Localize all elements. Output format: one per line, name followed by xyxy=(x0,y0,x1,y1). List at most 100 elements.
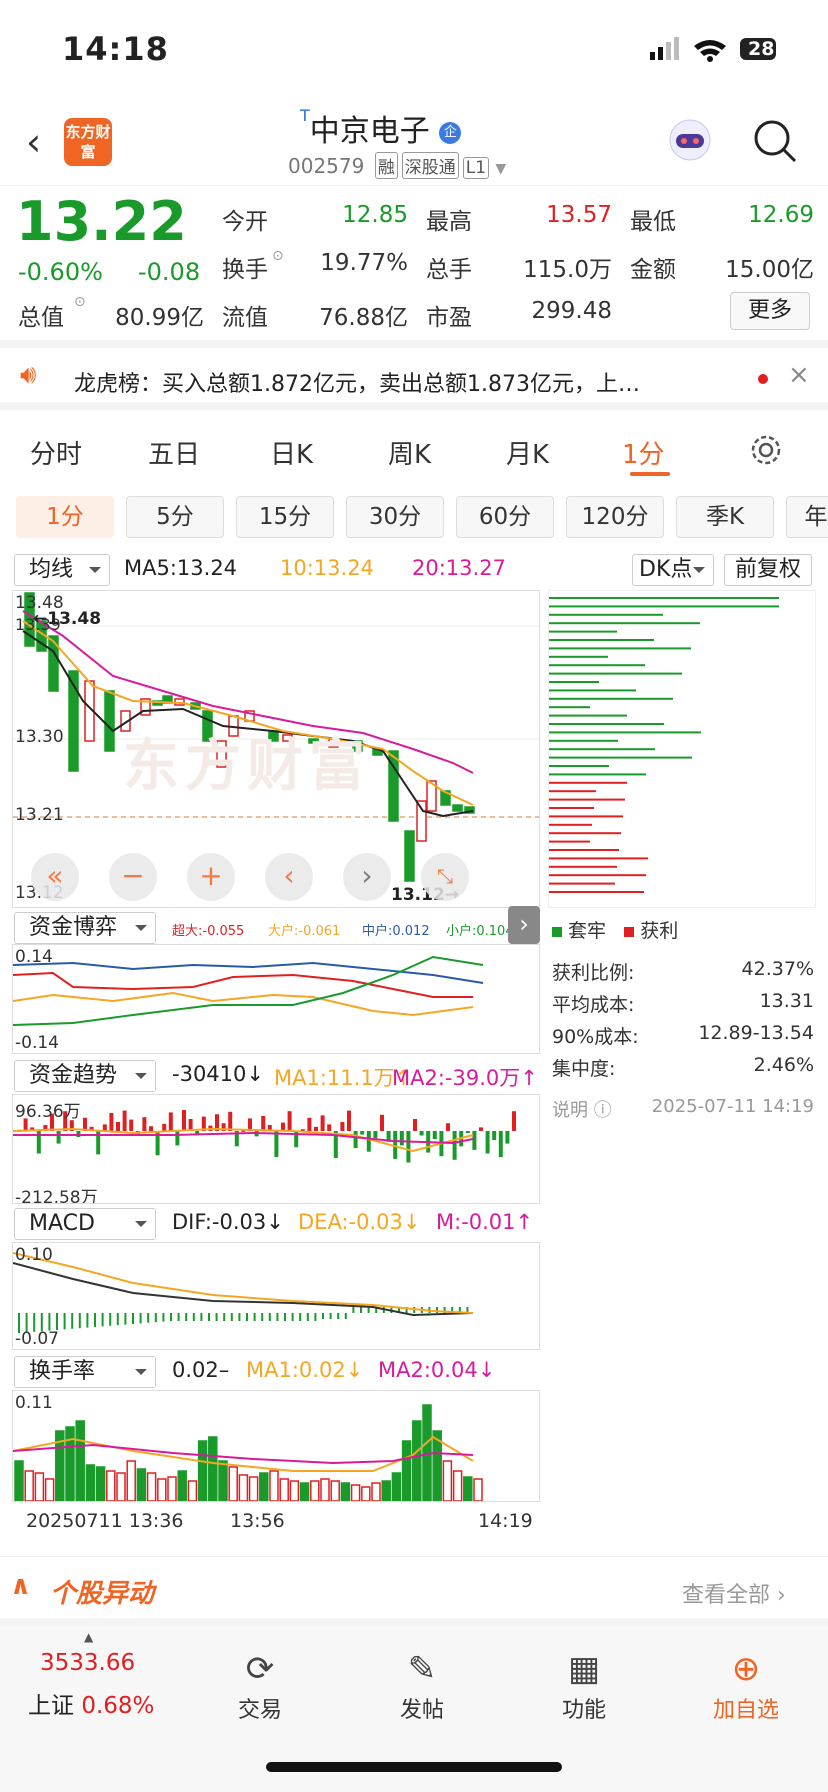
chevron-up-icon[interactable]: ∧ xyxy=(10,1571,31,1601)
float-value: 76.88亿 xyxy=(319,305,408,331)
period-60m[interactable]: 60分 xyxy=(456,496,554,538)
trend-bar xyxy=(327,1124,332,1131)
back-icon[interactable]: ‹ xyxy=(26,120,41,164)
adjust-button[interactable]: 前复权 xyxy=(724,554,812,586)
super-line xyxy=(13,971,473,998)
trend-bar xyxy=(56,1131,61,1144)
edit-icon: ✎ xyxy=(407,1649,437,1689)
macd-svg xyxy=(13,1252,474,1333)
info-icon[interactable]: ⊙ xyxy=(272,248,284,264)
trend-bar xyxy=(452,1131,457,1160)
caret-up-icon: ▲ xyxy=(84,1630,94,1644)
trend-bar xyxy=(182,1110,186,1131)
trend-bar xyxy=(380,1114,384,1131)
turnover-bar xyxy=(34,1472,45,1501)
high-marker: ←13.48 xyxy=(33,609,102,629)
search-icon[interactable] xyxy=(752,118,798,164)
macd-dea: DEA:-0.03↓ xyxy=(298,1210,421,1234)
tab-weekly[interactable]: 周K xyxy=(388,434,431,471)
volume-value: 115.0万 xyxy=(523,257,612,283)
app-logo[interactable]: 东方财富 xyxy=(64,118,112,166)
trend-bar xyxy=(340,1122,345,1131)
chip-bar xyxy=(549,882,615,885)
tab-five-day[interactable]: 五日 xyxy=(148,434,200,471)
ma-selector[interactable]: 均线 xyxy=(14,554,110,586)
expand-right-icon[interactable]: › xyxy=(508,906,540,944)
chip-bars xyxy=(549,597,779,893)
chevron-down-icon[interactable]: ▼ xyxy=(495,161,506,177)
trend-bar xyxy=(485,1131,490,1154)
chip-bar xyxy=(549,815,623,818)
trend-bar xyxy=(366,1131,371,1152)
dragon-tiger-notice[interactable]: 🔊︎ 龙虎榜：买入总额1.872亿元，卖出总额1.873亿元，上… × xyxy=(0,348,828,410)
chip-bar xyxy=(549,874,646,877)
turnover-svg xyxy=(13,1404,483,1501)
funds-chart: 0.14 -0.14 xyxy=(12,944,540,1054)
trend-bar xyxy=(122,1110,127,1131)
volume-label: 总手 xyxy=(426,257,472,283)
turnover-bar xyxy=(116,1472,126,1501)
tab-intraday[interactable]: 分时 xyxy=(30,434,82,471)
tag-level[interactable]: L1 xyxy=(462,157,490,179)
period-5m[interactable]: 5分 xyxy=(126,496,224,538)
last-price: 13.22 xyxy=(16,190,187,253)
trend-bar xyxy=(479,1127,483,1131)
trend-bar xyxy=(512,1111,516,1131)
turnover-ymax: 0.11 xyxy=(15,1393,53,1413)
chip-bar xyxy=(549,706,590,709)
fullscreen-icon[interactable]: ⤡ xyxy=(421,853,469,901)
info-icon[interactable]: ⊙ xyxy=(74,294,86,310)
period-year[interactable]: 年 xyxy=(786,496,828,538)
turnover-bar xyxy=(44,1478,55,1501)
turnover-bar xyxy=(187,1480,198,1501)
robot-assistant-icon[interactable] xyxy=(666,116,714,164)
zoom-in-icon[interactable]: + xyxy=(187,853,235,901)
chip-bar xyxy=(549,748,655,751)
trend-bar xyxy=(307,1117,312,1131)
scroll-left-icon[interactable]: ‹ xyxy=(265,853,313,901)
add-watchlist-button[interactable]: ⊕ 加自选 xyxy=(696,1646,796,1724)
settings-icon[interactable] xyxy=(750,434,782,466)
trend-ymin: -212.58万 xyxy=(15,1188,98,1204)
stock-code-row: 002579 融深股通 L1 ▼ xyxy=(288,152,506,179)
scroll-left-fast-icon[interactable]: « xyxy=(31,853,79,901)
funds-ymax: 0.14 xyxy=(15,947,53,967)
turnover-value-ind: 0.02– xyxy=(172,1358,230,1382)
chip-note[interactable]: 说明 ⓘ xyxy=(552,1096,612,1122)
tab-monthly[interactable]: 月K xyxy=(506,434,549,471)
turnover-bar xyxy=(238,1474,249,1501)
tab-minute[interactable]: 1分 xyxy=(622,434,665,471)
scroll-right-icon[interactable]: › xyxy=(343,853,391,901)
ma10-value: 10:13.24 xyxy=(280,556,374,580)
period-quarter[interactable]: 季K xyxy=(676,496,774,538)
period-30m[interactable]: 30分 xyxy=(346,496,444,538)
chip-bar xyxy=(549,622,700,625)
chip-legend: 套牢 获利 xyxy=(552,916,678,943)
period-15m[interactable]: 15分 xyxy=(236,496,334,538)
dk-point-button[interactable]: DK点 xyxy=(632,554,714,586)
chip-bar xyxy=(549,790,596,793)
trade-button[interactable]: ⟳ 交易 xyxy=(210,1646,310,1724)
view-all-link[interactable]: 查看全部 › xyxy=(682,1577,786,1609)
macd-selector[interactable]: MACD xyxy=(14,1208,156,1240)
index-row[interactable]: 上证 0.68% xyxy=(28,1686,154,1720)
functions-button[interactable]: ▦ 功能 xyxy=(534,1646,634,1724)
trend-bar xyxy=(472,1131,477,1150)
y-tick-3: 13.30 xyxy=(15,727,64,747)
more-button[interactable]: 更多 xyxy=(730,292,810,330)
period-120m[interactable]: 120分 xyxy=(566,496,664,538)
trend-selector[interactable]: 资金趋势 xyxy=(14,1060,156,1092)
zoom-out-icon[interactable]: − xyxy=(109,853,157,901)
kline-chart[interactable]: 东方财富 13.48 13.39 13.30 13.21 13.12 ←13.4… xyxy=(12,590,540,908)
turnover-label: 换手 xyxy=(222,257,268,283)
period-1m[interactable]: 1分 xyxy=(16,496,114,538)
post-button[interactable]: ✎ 发帖 xyxy=(372,1646,472,1724)
funds-selector[interactable]: 资金博弈 xyxy=(14,912,156,944)
turnover-bar xyxy=(167,1476,177,1501)
macd-ymax: 0.10 xyxy=(15,1245,53,1265)
tab-daily[interactable]: 日K xyxy=(270,434,313,471)
stock-movement-section[interactable]: ∧ 个股异动 查看全部 › xyxy=(0,1556,828,1626)
close-icon[interactable]: × xyxy=(788,360,810,390)
index-value[interactable]: 3533.66 xyxy=(40,1650,135,1676)
turnover-selector[interactable]: 换手率 xyxy=(14,1356,156,1388)
